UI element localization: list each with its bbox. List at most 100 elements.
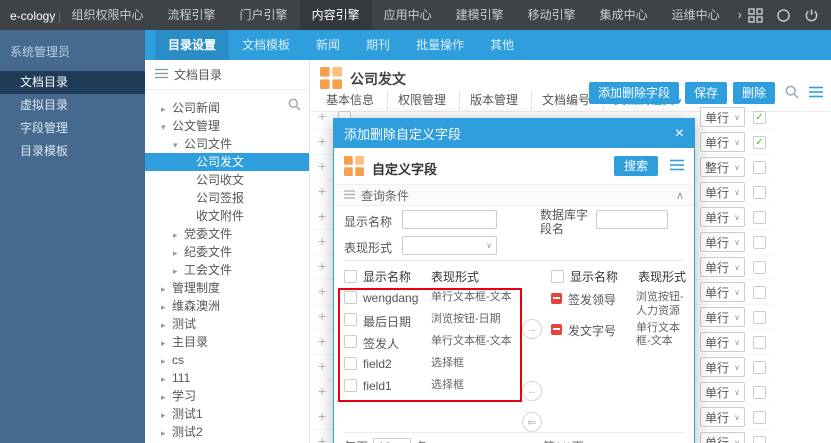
row-enable-checkbox[interactable] (753, 261, 766, 274)
tree-item[interactable]: ▸ 测试2 (145, 423, 309, 441)
field-row[interactable]: 发文字号 单行文本框-文本 (551, 319, 689, 350)
row-layout-select[interactable]: 单行 ∨ (700, 107, 745, 127)
row-layout-select[interactable]: 单行 ∨ (700, 282, 745, 302)
tree-item[interactable]: 公司签报 (145, 189, 309, 207)
drag-handle-icon[interactable]: + (318, 333, 326, 349)
row-enable-checkbox[interactable] (753, 411, 766, 424)
field-row[interactable]: field1 选择框 (344, 376, 514, 398)
tree-expand-icon[interactable]: ▸ (173, 226, 184, 244)
tree-item[interactable]: ▸ 测试 (145, 315, 309, 333)
drag-handle-icon[interactable]: + (318, 408, 326, 424)
tree-expand-icon[interactable]: ▸ (161, 316, 172, 334)
tree-expand-icon[interactable]: ▾ (161, 118, 172, 136)
row-enable-checkbox[interactable] (753, 311, 766, 324)
topbar-nav-item[interactable]: 内容引擎 (299, 0, 372, 30)
row-layout-select[interactable]: 单行 ∨ (700, 407, 745, 427)
tree-expand-icon[interactable]: ▸ (161, 100, 172, 118)
topbar-nav-item[interactable]: 组织权限中心 (60, 0, 156, 30)
drag-handle-icon[interactable]: + (318, 108, 326, 124)
sidebar-item[interactable]: 虚拟目录 (0, 94, 145, 117)
drag-handle-icon[interactable]: + (318, 308, 326, 324)
tree-item[interactable]: ▸ cs (145, 351, 309, 369)
field-row[interactable]: 最后日期 浏览按钮-日期 (344, 310, 514, 332)
list-view-icon[interactable] (809, 86, 823, 98)
collapse-icon[interactable]: ∧ (676, 189, 684, 202)
row-enable-checkbox[interactable]: ✓ (753, 136, 766, 149)
tree-expand-icon[interactable]: ▸ (161, 388, 172, 406)
row-layout-select[interactable]: 单行 ∨ (700, 307, 745, 327)
row-layout-select[interactable]: 单行 ∨ (700, 382, 745, 402)
tree-item[interactable]: ▸ 党委文件 (145, 225, 309, 243)
field-checkbox[interactable] (344, 379, 357, 392)
row-enable-checkbox[interactable] (753, 286, 766, 299)
drag-handle-icon[interactable]: + (318, 358, 326, 374)
tree-item[interactable]: ▸ 主目录 (145, 333, 309, 351)
apps-grid-icon[interactable] (748, 7, 763, 23)
row-layout-select[interactable]: 单行 ∨ (700, 207, 745, 227)
module-tab[interactable]: 期刊 (353, 30, 403, 60)
status-circle-icon[interactable] (776, 8, 791, 23)
tree-expand-icon[interactable]: ▸ (173, 244, 184, 262)
drag-handle-icon[interactable]: + (318, 233, 326, 249)
query-section-header[interactable]: 查询条件 ∧ (334, 184, 694, 206)
select-all-checkbox[interactable] (344, 269, 357, 283)
tree-item[interactable]: ▸ 111 (145, 369, 309, 387)
tree-item[interactable]: ▾ 公司文件 (145, 135, 309, 153)
field-checkbox[interactable] (344, 291, 357, 304)
form-type-select[interactable]: ∨ (402, 236, 497, 255)
tree-item[interactable]: ▸ 维森澳洲 (145, 297, 309, 315)
search-icon[interactable] (785, 85, 799, 99)
row-enable-checkbox[interactable] (753, 186, 766, 199)
row-layout-select[interactable]: 单行 ∨ (700, 232, 745, 252)
search-button[interactable]: 搜索 (613, 156, 658, 176)
module-tab[interactable]: 批量操作 (403, 30, 477, 60)
tree-item[interactable]: 收文附件 (145, 207, 309, 225)
field-row[interactable]: wengdang 单行文本框-文本 (344, 288, 514, 310)
field-row[interactable]: 签发人 单行文本框-文本 (344, 332, 514, 354)
field-row[interactable]: 签发领导 浏览按钮-人力资源 (551, 288, 689, 319)
row-layout-select[interactable]: 单行 ∨ (700, 432, 745, 443)
field-checkbox[interactable] (344, 313, 357, 326)
row-enable-checkbox[interactable] (753, 211, 766, 224)
tree-expand-icon[interactable]: ▸ (161, 406, 172, 424)
tree-item[interactable]: ▸ 管理制度 (145, 279, 309, 297)
drag-handle-icon[interactable]: + (318, 383, 326, 399)
nav-overflow-chevron-icon[interactable]: › (732, 0, 748, 30)
tree-item[interactable]: ▸ 纪委文件 (145, 243, 309, 261)
topbar-nav-item[interactable]: 建模引擎 (444, 0, 516, 30)
field-row[interactable]: field2 选择框 (344, 354, 514, 376)
sidebar-item[interactable]: 字段管理 (0, 117, 145, 140)
row-enable-checkbox[interactable] (753, 386, 766, 399)
tree-expand-icon[interactable]: ▸ (161, 334, 172, 352)
action-button[interactable]: 保存 (684, 82, 727, 104)
tree-item[interactable]: ▸ 公司新闻 (145, 99, 309, 117)
row-layout-select[interactable]: 整行 ∨ (700, 157, 745, 177)
row-layout-select[interactable]: 单行 ∨ (700, 257, 745, 277)
topbar-nav-item[interactable]: 集成中心 (588, 0, 660, 30)
tree-item[interactable]: 公司收文 (145, 171, 309, 189)
db-field-input[interactable] (596, 210, 668, 229)
row-layout-select[interactable]: 单行 ∨ (700, 182, 745, 202)
module-tab[interactable]: 文档模板 (229, 30, 303, 60)
drag-handle-icon[interactable]: + (318, 208, 326, 224)
topbar-nav-item[interactable]: 应用中心 (372, 0, 444, 30)
row-enable-checkbox[interactable] (753, 336, 766, 349)
sidebar-item[interactable]: 文档目录 (0, 71, 145, 94)
tree-expand-icon[interactable]: ▸ (161, 370, 172, 388)
modal-list-icon[interactable] (670, 159, 684, 174)
move-all-left-button[interactable]: ⇐ (522, 412, 542, 432)
action-button[interactable]: 添加删除字段 (588, 82, 679, 104)
topbar-nav-item[interactable]: 流程引擎 (156, 0, 228, 30)
tree-expand-icon[interactable]: ▸ (161, 280, 172, 298)
row-enable-checkbox[interactable] (753, 236, 766, 249)
drag-handle-icon[interactable]: + (318, 133, 326, 149)
remove-icon[interactable] (551, 293, 562, 304)
tree-expand-icon[interactable]: ▸ (161, 298, 172, 316)
drag-handle-icon[interactable]: + (318, 258, 326, 274)
drag-handle-icon[interactable]: + (318, 283, 326, 299)
topbar-nav-item[interactable]: 移动引擎 (516, 0, 588, 30)
tree-item[interactable]: ▾ 公文管理 (145, 117, 309, 135)
move-left-button[interactable]: ← (522, 381, 542, 401)
row-enable-checkbox[interactable] (753, 361, 766, 374)
action-button[interactable]: 删除 (732, 82, 775, 104)
